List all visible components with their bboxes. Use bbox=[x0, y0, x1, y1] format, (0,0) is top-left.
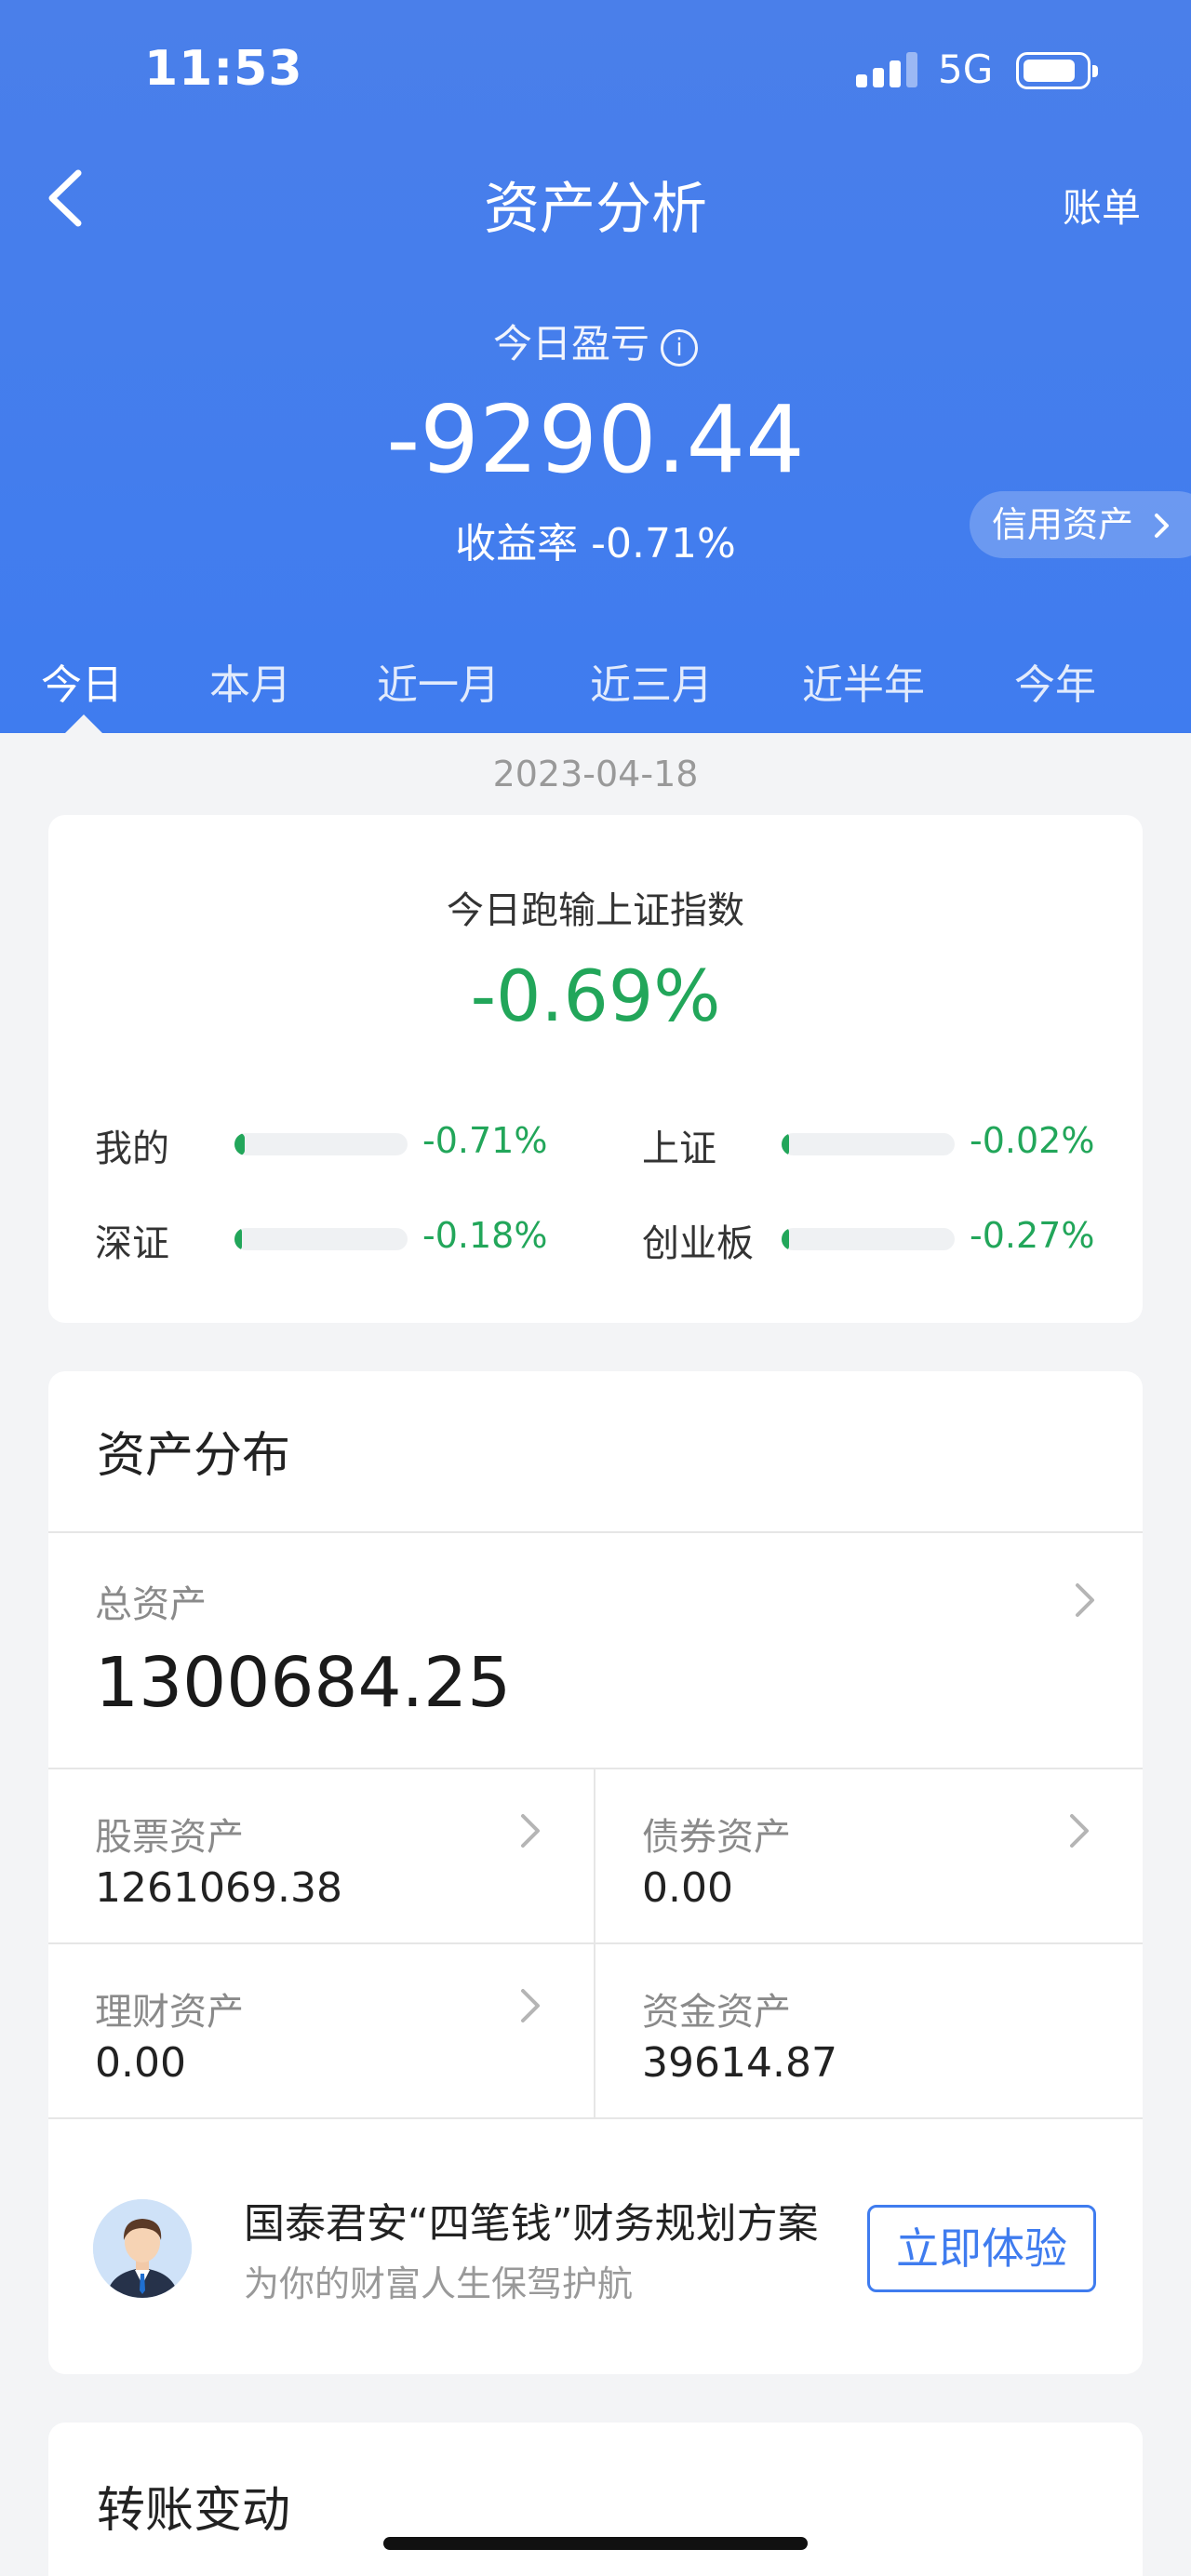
wealth-assets-label: 理财资产 bbox=[95, 1991, 244, 2034]
wealth-assets-cell[interactable]: 理财资产 0.00 bbox=[48, 1944, 594, 2117]
compare-bar bbox=[782, 1133, 789, 1155]
tab-last-three-months[interactable]: 近三月 bbox=[590, 651, 713, 711]
compare-label: 上证 bbox=[642, 1128, 716, 1170]
compare-bar-track bbox=[234, 1228, 408, 1250]
compare-row-mine: 我的 -0.71% bbox=[95, 1114, 579, 1170]
wealth-assets-value: 0.00 bbox=[95, 2039, 186, 2087]
chevron-right-icon bbox=[1155, 514, 1170, 538]
chevron-right-icon bbox=[521, 1814, 540, 1848]
status-bar: 11:53 5G bbox=[0, 0, 1191, 140]
home-indicator bbox=[383, 2537, 808, 2550]
compare-row-shanghai: 上证 -0.02% bbox=[642, 1114, 1126, 1170]
advisor-avatar bbox=[93, 2199, 192, 2298]
compare-value: -0.18% bbox=[422, 1215, 548, 1256]
try-now-button[interactable]: 立即体验 bbox=[867, 2205, 1096, 2292]
compare-bar-track bbox=[782, 1228, 955, 1250]
tab-today[interactable]: 今日 bbox=[41, 651, 123, 711]
cash-assets-value: 39614.87 bbox=[642, 2039, 837, 2087]
status-time: 11:53 bbox=[144, 41, 303, 97]
credit-assets-label: 信用资产 bbox=[992, 504, 1134, 545]
page-title: 资产分析 bbox=[484, 177, 707, 242]
compare-row-shenzhen: 深证 -0.18% bbox=[95, 1209, 579, 1265]
comparison-title: 今日跑输上证指数 bbox=[447, 889, 744, 932]
index-comparison-card: 今日跑输上证指数 -0.69% 我的 -0.71% 上证 -0.02% 深证 -… bbox=[48, 815, 1143, 1323]
section-title: 转账变动 bbox=[97, 2483, 291, 2539]
pnl-label-row: 今日盈亏 i bbox=[0, 313, 1191, 369]
compare-value: -0.02% bbox=[970, 1120, 1095, 1161]
cash-assets-label: 资金资产 bbox=[642, 1991, 791, 2034]
pnl-label: 今日盈亏 bbox=[492, 321, 649, 367]
divider bbox=[48, 2117, 1143, 2119]
battery-icon bbox=[1016, 52, 1098, 89]
bill-link[interactable]: 账单 bbox=[1063, 177, 1141, 234]
compare-label: 深证 bbox=[95, 1222, 169, 1265]
asset-distribution-card: 资产分布 总资产 1300684.25 股票资产 1261069.38 债券资产… bbox=[48, 1371, 1143, 2374]
compare-value: -0.27% bbox=[970, 1215, 1095, 1256]
chevron-right-icon bbox=[1076, 1583, 1094, 1617]
tab-last-month[interactable]: 近一月 bbox=[377, 651, 500, 711]
section-title: 资产分布 bbox=[97, 1428, 291, 1484]
date-label: 2023-04-18 bbox=[492, 754, 699, 794]
total-assets-value: 1300684.25 bbox=[95, 1643, 512, 1723]
compare-bar bbox=[234, 1133, 246, 1155]
tab-last-half-year[interactable]: 近半年 bbox=[802, 651, 925, 711]
compare-row-chinext: 创业板 -0.27% bbox=[642, 1209, 1126, 1265]
stock-assets-value: 1261069.38 bbox=[95, 1864, 342, 1912]
info-icon[interactable]: i bbox=[661, 329, 698, 367]
compare-label: 创业板 bbox=[642, 1222, 754, 1265]
compare-bar bbox=[234, 1228, 242, 1250]
stock-assets-cell[interactable]: 股票资产 1261069.38 bbox=[48, 1769, 594, 1942]
total-assets-label: 总资产 bbox=[95, 1583, 207, 1626]
pnl-value: -9290.44 bbox=[386, 385, 805, 494]
bond-assets-label: 债券资产 bbox=[642, 1816, 791, 1859]
compare-bar-track bbox=[234, 1133, 408, 1155]
chevron-right-icon bbox=[1070, 1814, 1089, 1848]
transfer-changes-card: 转账变动 bbox=[48, 2423, 1143, 2576]
plan-title: 国泰君安“四笔钱”财务规划方案 bbox=[244, 2200, 819, 2248]
divider bbox=[594, 1769, 596, 2117]
plan-subtitle: 为你的财富人生保驾护航 bbox=[244, 2263, 634, 2304]
cash-assets-cell: 资金资产 39614.87 bbox=[596, 1944, 1143, 2117]
period-tabs: 今日 本月 近一月 近三月 近半年 今年 bbox=[0, 642, 1191, 733]
credit-assets-button[interactable]: 信用资产 bbox=[970, 491, 1191, 558]
compare-value: -0.71% bbox=[422, 1120, 548, 1161]
chevron-right-icon bbox=[521, 1989, 540, 2022]
bond-assets-cell[interactable]: 债券资产 0.00 bbox=[596, 1769, 1143, 1942]
stock-assets-label: 股票资产 bbox=[95, 1816, 244, 1859]
signal-icon bbox=[856, 52, 919, 87]
comparison-value: -0.69% bbox=[470, 954, 721, 1037]
bond-assets-value: 0.00 bbox=[642, 1864, 733, 1912]
compare-bar-track bbox=[782, 1133, 955, 1155]
tab-this-month[interactable]: 本月 bbox=[209, 651, 291, 711]
tab-this-year[interactable]: 今年 bbox=[1014, 651, 1096, 711]
compare-label: 我的 bbox=[95, 1128, 169, 1170]
network-type: 5G bbox=[938, 47, 994, 92]
active-tab-indicator bbox=[65, 714, 102, 733]
header: 11:53 5G 资产分析 账单 今日盈亏 i -9290.44 收益率 -0.7… bbox=[0, 0, 1191, 733]
compare-bar bbox=[782, 1228, 789, 1250]
